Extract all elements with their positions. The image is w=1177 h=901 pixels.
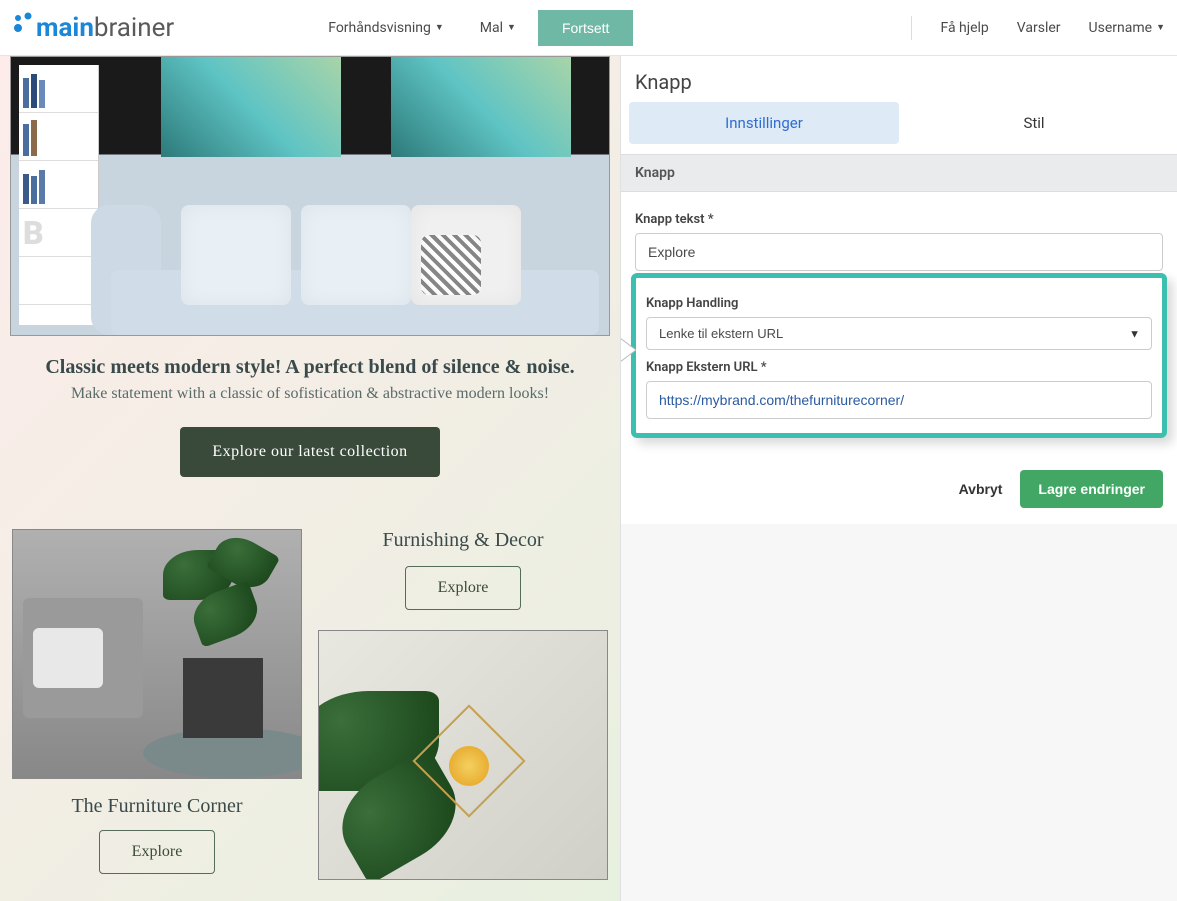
caret-down-icon: ▼ xyxy=(435,22,444,33)
properties-panel: Knapp Innstillinger Stil Knapp Knapp tek… xyxy=(620,56,1177,901)
card1-image xyxy=(12,529,302,779)
nav-template-dropdown[interactable]: Mal ▼ xyxy=(466,12,530,44)
hero-subtitle: Make statement with a classic of sofisti… xyxy=(12,385,608,403)
top-navigation: mainbrainer Forhåndsvisning ▼ Mal ▼ Fort… xyxy=(0,0,1177,56)
card2-title: Furnishing & Decor xyxy=(318,529,608,552)
button-text-input[interactable] xyxy=(635,233,1163,271)
hero-title: Classic meets modern style! A perfect bl… xyxy=(12,356,608,379)
highlight-callout: Knapp Handling Lenke til ekstern URL ▼ K… xyxy=(631,273,1167,438)
hero-explore-button[interactable]: Explore our latest collection xyxy=(180,427,439,477)
divider xyxy=(911,16,912,40)
panel-title: Knapp xyxy=(621,56,1177,102)
button-action-label: Knapp Handling xyxy=(646,296,1152,311)
nav-user-label: Username xyxy=(1089,20,1153,36)
logo-dots-icon xyxy=(12,12,36,43)
nav-preview-label: Forhåndsvisning xyxy=(328,20,431,36)
hero-image: B xyxy=(10,56,610,336)
preview-canvas: B Classic meets modern style! A perfect … xyxy=(0,56,620,901)
nav-preview-dropdown[interactable]: Forhåndsvisning ▼ xyxy=(314,12,458,44)
logo-text-sub: brainer xyxy=(94,13,174,43)
card1-title: The Furniture Corner xyxy=(12,795,302,818)
nav-template-label: Mal xyxy=(480,20,503,36)
save-button[interactable]: Lagre endringer xyxy=(1020,470,1163,508)
nav-alerts-link[interactable]: Varsler xyxy=(1017,20,1061,36)
nav-user-dropdown[interactable]: Username ▼ xyxy=(1089,20,1165,36)
button-url-input[interactable] xyxy=(646,381,1152,419)
button-url-label: Knapp Ekstern URL * xyxy=(646,360,1152,375)
button-action-select[interactable]: Lenke til ekstern URL xyxy=(646,317,1152,350)
cancel-button[interactable]: Avbryt xyxy=(959,481,1003,497)
arrow-right-icon xyxy=(620,338,636,362)
tab-style[interactable]: Stil xyxy=(899,102,1169,144)
card1-explore-button[interactable]: Explore xyxy=(99,830,216,874)
logo[interactable]: mainbrainer xyxy=(12,12,174,43)
caret-down-icon: ▼ xyxy=(1156,22,1165,33)
tab-settings[interactable]: Innstillinger xyxy=(629,102,899,144)
button-text-label: Knapp tekst * xyxy=(635,212,1163,227)
continue-button[interactable]: Fortsett xyxy=(538,10,633,46)
logo-text-main: main xyxy=(36,13,94,43)
caret-down-icon: ▼ xyxy=(507,22,516,33)
card2-image xyxy=(318,630,608,880)
section-header: Knapp xyxy=(621,154,1177,192)
nav-help-link[interactable]: Få hjelp xyxy=(940,20,988,36)
card2-explore-button[interactable]: Explore xyxy=(405,566,522,610)
